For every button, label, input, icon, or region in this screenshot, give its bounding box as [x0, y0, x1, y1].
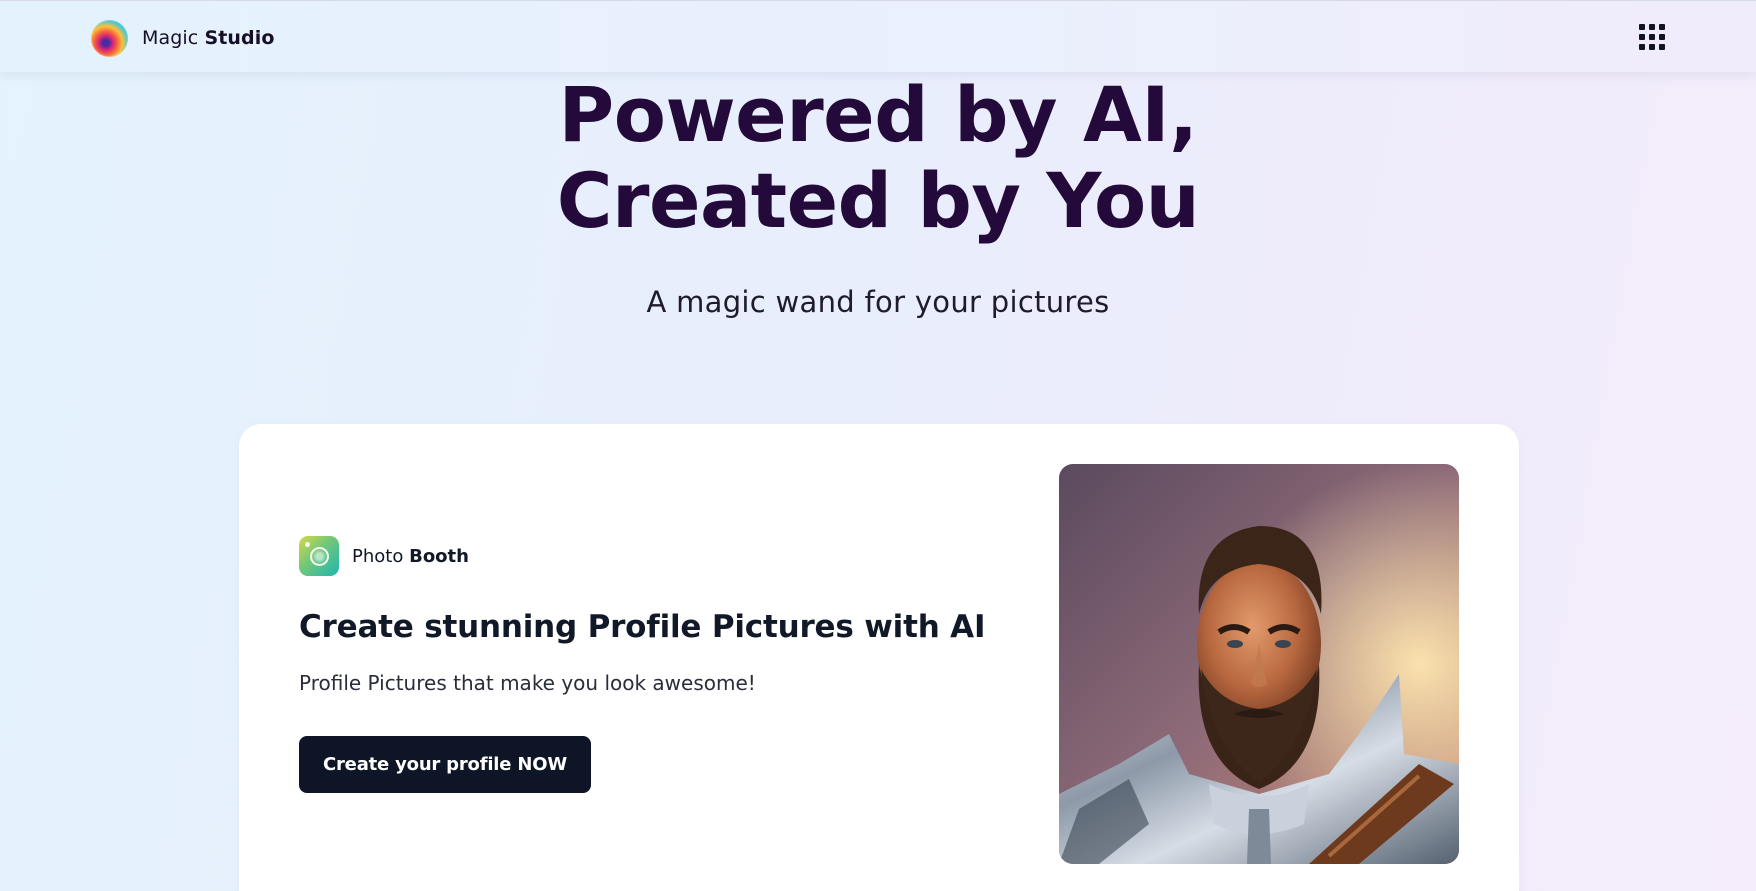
- photo-booth-icon: [299, 536, 339, 576]
- feature-description: Profile Pictures that make you look awes…: [299, 671, 756, 695]
- magic-studio-logo-icon: [91, 19, 128, 57]
- feature-title: Create stunning Profile Pictures with AI: [299, 609, 986, 645]
- hero-title-line-2: Created by You: [556, 156, 1200, 245]
- app-name-bold: Booth: [409, 545, 469, 567]
- app-name-light: Photo: [352, 545, 404, 567]
- hero-title-line-1: Powered by AI,: [558, 70, 1198, 159]
- apps-grid-icon[interactable]: [1637, 22, 1667, 52]
- hero-subtitle: A magic wand for your pictures: [646, 285, 1110, 319]
- brand-name: Magic Studio: [142, 27, 275, 49]
- brand-name-light: Magic: [142, 27, 199, 49]
- photo-booth-feature-card: Photo Booth Create stunning Profile Pict…: [239, 424, 1519, 891]
- magic-studio-home-link[interactable]: Magic Studio: [91, 19, 275, 57]
- armored-man-portrait-image: [1059, 464, 1459, 864]
- create-profile-button[interactable]: Create your profile NOW: [299, 736, 591, 793]
- photo-booth-app-name: Photo Booth: [352, 546, 469, 567]
- brand-name-bold: Studio: [204, 27, 275, 49]
- hero-title: Powered by AI, Created by You: [0, 72, 1756, 244]
- top-navigation-bar: Magic Studio: [0, 0, 1756, 72]
- photo-booth-app-badge: Photo Booth: [299, 536, 469, 576]
